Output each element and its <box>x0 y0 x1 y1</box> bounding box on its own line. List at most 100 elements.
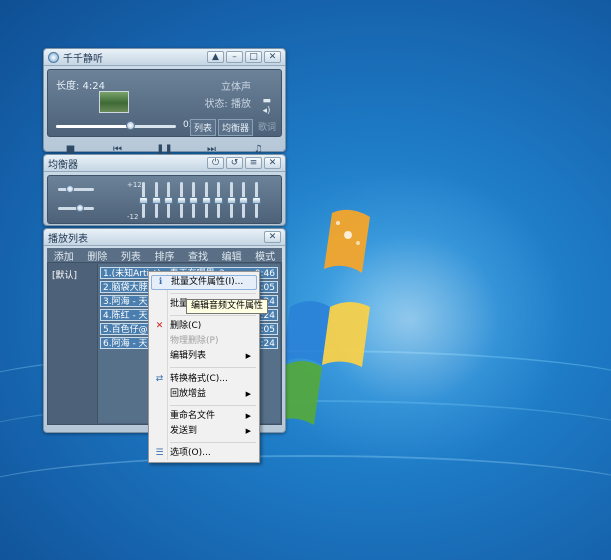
preset-menu-icon[interactable]: ≡ <box>245 157 262 169</box>
player-window: 千千静听 ▲ – □ ✕ 长度: 4:24 立体声 状态: 播放 ▬◂) 03:… <box>43 48 286 155</box>
slider-knob[interactable] <box>176 196 186 204</box>
menu-item-physical-delete[interactable]: 物理删除(P) <box>151 334 257 349</box>
power-icon[interactable]: ⏻ <box>207 157 224 169</box>
equalizer-title: 均衡器 <box>48 159 78 171</box>
slider-knob[interactable] <box>251 196 261 204</box>
convert-icon: ⇄ <box>155 374 164 384</box>
seek-bar[interactable] <box>56 121 176 130</box>
slider-knob[interactable] <box>201 196 211 204</box>
eq-band-slider[interactable] <box>251 182 261 218</box>
submenu-arrow-icon: ▶ <box>245 412 251 420</box>
submenu-arrow-icon: ▶ <box>245 352 251 360</box>
menu-item-options[interactable]: ☰ 选项(O)... <box>151 446 257 461</box>
menu-list[interactable]: 列表 <box>121 248 141 263</box>
menu-item-label: 重命名文件 <box>170 411 216 421</box>
menu-item-label: 物理删除(P) <box>170 336 219 346</box>
menu-delete[interactable]: 删除 <box>87 248 107 263</box>
properties-icon: ℹ <box>158 277 163 287</box>
eq-band-slider[interactable] <box>189 182 198 218</box>
menu-sort[interactable]: 排序 <box>154 248 174 263</box>
menu-item-edit-list[interactable]: 编辑列表 ▶ <box>151 349 257 364</box>
options-list-icon: ☰ <box>155 448 164 458</box>
minimize-button[interactable]: – <box>226 51 243 63</box>
menu-item-convert[interactable]: ⇄ 转换格式(C)... <box>151 372 257 387</box>
eq-band-slider[interactable] <box>176 182 186 218</box>
eq-band-slider[interactable] <box>201 182 211 218</box>
menu-separator <box>170 442 256 443</box>
skin-button[interactable]: ▲ <box>207 51 224 63</box>
player-title: 千千静听 <box>63 53 103 65</box>
playlist-titlebar[interactable]: 播放列表 ✕ <box>44 229 285 246</box>
menu-item-label: 发送到 <box>170 426 198 436</box>
eq-band-slider[interactable] <box>139 182 148 218</box>
tab-lyrics[interactable]: 歌词 <box>255 119 279 136</box>
equalizer-window: 均衡器 ⏻ ↺ ≡ ✕ +12 -12 <box>43 154 286 226</box>
surround-slider[interactable] <box>58 204 94 212</box>
slider-knob[interactable] <box>76 204 84 212</box>
length-label: 长度: 4:24 <box>56 81 106 92</box>
seek-knob[interactable] <box>126 121 136 130</box>
eq-min-label: -12 <box>127 213 139 221</box>
slider-knob[interactable] <box>164 196 173 204</box>
slider-knob[interactable] <box>139 196 148 204</box>
eq-band-slider[interactable] <box>214 182 223 218</box>
menu-item-label: 批量文件属性(I)... <box>171 277 244 287</box>
status-area: 立体声 状态: 播放 <box>204 79 251 113</box>
close-button[interactable]: ✕ <box>264 51 281 63</box>
menu-item-label: 转换格式(C)... <box>170 374 228 384</box>
delete-x-icon: ✕ <box>155 321 164 331</box>
menu-item-send-to[interactable]: 发送到 ▶ <box>151 424 257 439</box>
menu-mode[interactable]: 模式 <box>255 248 275 263</box>
menu-separator <box>170 405 256 406</box>
eq-band-slider[interactable] <box>164 182 173 218</box>
channel-label: 立体声 <box>221 82 251 93</box>
menu-item-rename[interactable]: 重命名文件 ▶ <box>151 409 257 424</box>
close-button[interactable]: ✕ <box>264 157 281 169</box>
seek-fill <box>56 125 131 128</box>
stop-icon[interactable]: ■ <box>47 144 94 155</box>
menu-find[interactable]: 查找 <box>188 248 208 263</box>
menu-item-batch-properties[interactable]: ℹ 批量文件属性(I)... <box>151 275 257 290</box>
windows-logo-icon <box>274 209 370 425</box>
eq-band-slider[interactable] <box>226 182 236 218</box>
balance-slider[interactable] <box>58 185 94 193</box>
pause-icon[interactable]: ❚❚ <box>141 144 188 155</box>
equalizer-titlebar[interactable]: 均衡器 ⏻ ↺ ≡ ✕ <box>44 155 285 172</box>
app-icon <box>48 51 59 63</box>
player-titlebar[interactable]: 千千静听 ▲ – □ ✕ <box>44 49 285 66</box>
tab-equalizer[interactable]: 均衡器 <box>217 119 253 136</box>
track-title: 5.百色仔@3 <box>103 325 154 335</box>
submenu-arrow-icon: ▶ <box>245 390 251 398</box>
submenu-arrow-icon: ▶ <box>245 427 251 435</box>
music-note-icon[interactable]: ♫ <box>235 144 282 155</box>
menu-separator <box>170 315 256 316</box>
menu-item-label: 选项(O)... <box>170 448 211 458</box>
playlist-name[interactable]: [默认] <box>52 268 77 281</box>
tab-playlist[interactable]: 列表 <box>189 119 216 136</box>
tooltip: 编辑音频文件属性 <box>186 299 269 314</box>
slider-knob[interactable] <box>66 185 74 193</box>
menu-item-label: 删除(C) <box>170 321 202 331</box>
menu-separator <box>170 367 256 368</box>
slider-knob[interactable] <box>151 196 161 204</box>
eq-band-slider[interactable] <box>151 182 161 218</box>
slider-knob[interactable] <box>214 196 223 204</box>
eq-max-label: +12 <box>127 181 142 189</box>
menu-item-delete[interactable]: ✕ 删除(C) <box>151 319 257 334</box>
volume-icon[interactable]: ▬ ◂) <box>262 96 271 116</box>
next-icon[interactable]: ⏭ <box>188 144 235 155</box>
eq-band-slider[interactable] <box>239 182 248 218</box>
menu-edit[interactable]: 编辑 <box>222 248 242 263</box>
slider-knob[interactable] <box>189 196 198 204</box>
menu-add[interactable]: 添加 <box>54 248 74 263</box>
player-display: 长度: 4:24 立体声 状态: 播放 ▬◂) 03:08 列表 均衡器 歌词 <box>47 69 282 137</box>
status-label: 状态: 播放 <box>204 99 251 110</box>
slider-knob[interactable] <box>239 196 248 204</box>
slider-knob[interactable] <box>226 196 236 204</box>
previous-icon[interactable]: ⏮ <box>94 144 141 155</box>
reset-icon[interactable]: ↺ <box>226 157 243 169</box>
menu-item-replay-gain[interactable]: 回放增益 ▶ <box>151 387 257 402</box>
close-button[interactable]: ✕ <box>264 231 281 243</box>
mini-mode-button[interactable]: □ <box>245 51 262 63</box>
playlist-menu: 添加 删除 列表 排序 查找 编辑 模式 <box>47 248 282 263</box>
